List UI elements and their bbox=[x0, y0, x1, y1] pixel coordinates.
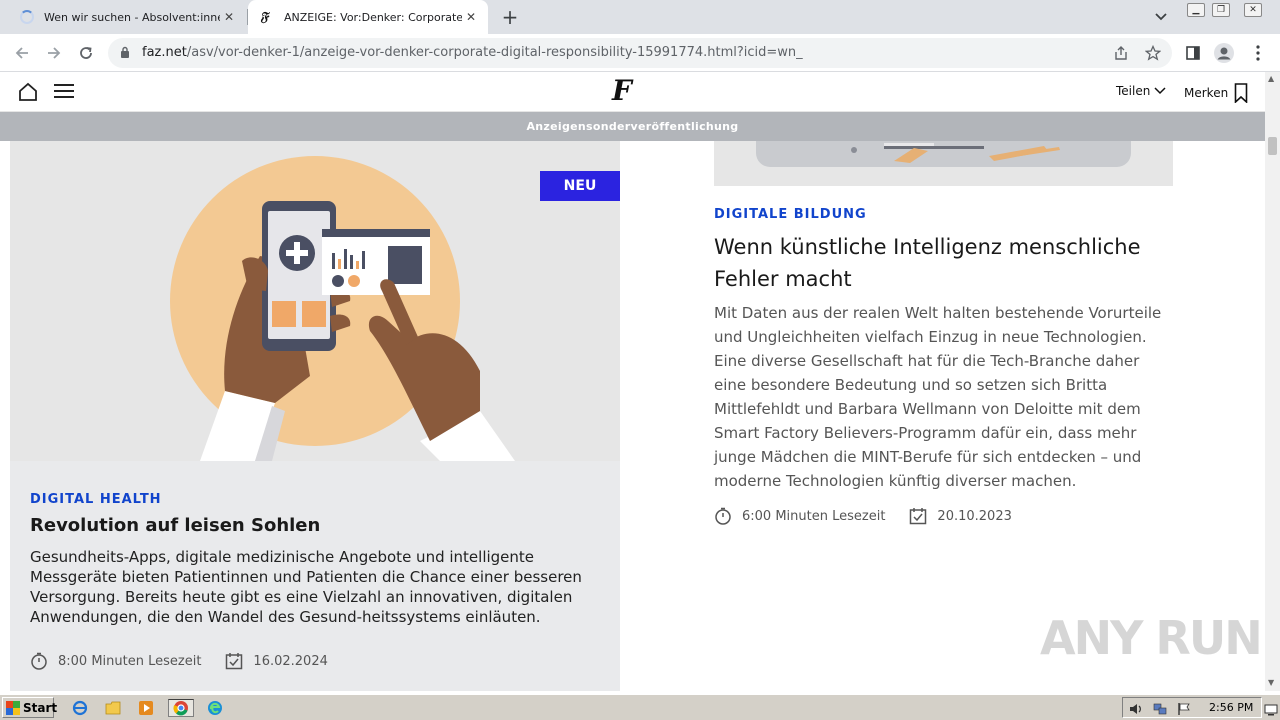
share-page-icon[interactable] bbox=[1112, 44, 1130, 62]
url-path: /asv/vor-denker-1/anzeige-vor-denker-cor… bbox=[186, 45, 803, 60]
media-player-icon[interactable] bbox=[136, 699, 156, 717]
calendar-check-icon bbox=[909, 507, 927, 525]
scroll-up-arrow-icon[interactable]: ▲ bbox=[1268, 74, 1274, 83]
close-tab-icon[interactable]: ✕ bbox=[462, 8, 480, 26]
tab-search-chevron-icon[interactable] bbox=[1150, 6, 1172, 28]
article-grid: NEU DIGITAL HEALTH Revolution auf leisen… bbox=[0, 141, 1265, 691]
home-icon[interactable] bbox=[18, 82, 38, 102]
url-host: faz.net bbox=[142, 45, 187, 60]
tab-label: ANZEIGE: Vor:Denker: Corporate Di bbox=[284, 10, 462, 24]
reload-icon[interactable] bbox=[74, 41, 98, 65]
loading-spinner-icon bbox=[20, 10, 34, 24]
page-scrollbar[interactable]: ▲ ▼ bbox=[1265, 72, 1280, 691]
side-panel-icon[interactable] bbox=[1183, 43, 1203, 63]
article-meta: 6:00 Minuten Lesezeit 20.10.2023 bbox=[714, 507, 1012, 525]
start-button[interactable]: Start bbox=[2, 697, 58, 718]
browser-tab-strip: Wen wir suchen - Absolvent:innen | ✕ 𝔉 A… bbox=[0, 0, 1280, 34]
health-app-illustration bbox=[10, 141, 620, 461]
url-text: faz.net/asv/vor-denker-1/anzeige-vor-den… bbox=[142, 45, 803, 60]
article-category[interactable]: DIGITALE BILDUNG bbox=[714, 207, 867, 222]
start-label: Start bbox=[23, 700, 58, 715]
scrollbar-thumb[interactable] bbox=[1268, 137, 1277, 155]
show-desktop-icon[interactable] bbox=[1264, 701, 1278, 716]
tab-faz-anzeige[interactable]: 𝔉 ANZEIGE: Vor:Denker: Corporate Di ✕ bbox=[248, 0, 488, 34]
edge-browser-icon[interactable] bbox=[205, 699, 225, 717]
digital-education-illustration bbox=[714, 141, 1173, 186]
article-card[interactable]: NEU DIGITAL HEALTH Revolution auf leisen… bbox=[10, 141, 620, 691]
windows-taskbar: Start 2:56 PM bbox=[0, 694, 1280, 720]
minimize-window-icon[interactable]: ▁ bbox=[1187, 3, 1205, 17]
reading-time: 6:00 Minuten Lesezeit bbox=[742, 508, 886, 524]
article-title[interactable]: Wenn künstliche Intelligenz menschliche … bbox=[714, 231, 1164, 295]
browser-menu-icon[interactable] bbox=[1248, 43, 1268, 63]
volume-icon[interactable] bbox=[1129, 701, 1143, 715]
tab-label: Wen wir suchen - Absolvent:innen | bbox=[44, 10, 220, 24]
bookmark-star-icon[interactable] bbox=[1144, 44, 1162, 62]
publish-date: 16.02.2024 bbox=[253, 653, 328, 669]
reading-time: 8:00 Minuten Lesezeit bbox=[58, 653, 202, 669]
screen: Wen wir suchen - Absolvent:innen | ✕ 𝔉 A… bbox=[0, 0, 1280, 720]
profile-avatar-icon[interactable] bbox=[1214, 43, 1234, 63]
browser-toolbar: faz.net/asv/vor-denker-1/anzeige-vor-den… bbox=[0, 34, 1280, 72]
chrome-taskbar-icon[interactable] bbox=[168, 699, 194, 717]
article-meta: 8:00 Minuten Lesezeit 16.02.2024 bbox=[30, 652, 328, 670]
scroll-down-arrow-icon[interactable]: ▼ bbox=[1268, 678, 1274, 687]
ad-disclosure-banner: Anzeigensonderveröffentlichung bbox=[0, 112, 1265, 141]
network-icon[interactable] bbox=[1153, 701, 1167, 715]
close-tab-icon[interactable]: ✕ bbox=[220, 8, 238, 26]
back-arrow-icon[interactable] bbox=[10, 41, 34, 65]
taskbar-clock[interactable]: 2:56 PM bbox=[1209, 701, 1253, 714]
file-explorer-icon[interactable] bbox=[103, 699, 123, 717]
faz-logo[interactable]: F bbox=[612, 74, 632, 107]
article-teaser: Gesundheits-Apps, digitale medizinische … bbox=[30, 548, 582, 626]
site-header: F Teilen Merken bbox=[0, 72, 1265, 112]
stopwatch-icon bbox=[30, 652, 48, 670]
hamburger-menu-icon[interactable] bbox=[54, 84, 74, 100]
share-button[interactable]: Teilen bbox=[1116, 84, 1166, 98]
publish-date: 20.10.2023 bbox=[937, 508, 1012, 524]
windows-logo-icon bbox=[6, 700, 20, 715]
merken-button[interactable]: Merken bbox=[1184, 83, 1248, 103]
article-category[interactable]: DIGITAL HEALTH bbox=[30, 492, 162, 507]
address-bar[interactable]: faz.net/asv/vor-denker-1/anzeige-vor-den… bbox=[108, 38, 1172, 68]
internet-explorer-icon[interactable] bbox=[70, 699, 90, 717]
merken-label: Merken bbox=[1184, 86, 1229, 100]
article-title[interactable]: Revolution auf leisen Sohlen bbox=[30, 515, 320, 536]
article-teaser: Mit Daten aus der realen Welt halten bes… bbox=[714, 304, 1162, 490]
action-center-flag-icon[interactable] bbox=[1177, 701, 1191, 715]
forward-arrow-icon[interactable] bbox=[42, 41, 66, 65]
bookmark-icon bbox=[1234, 83, 1248, 103]
faz-favicon-icon: 𝔉 bbox=[260, 9, 269, 25]
calendar-check-icon bbox=[225, 652, 243, 670]
share-label: Teilen bbox=[1116, 84, 1151, 98]
anyrun-watermark: ANY RUN bbox=[1040, 611, 1263, 665]
new-tab-button[interactable]: + bbox=[498, 5, 522, 29]
chevron-down-icon bbox=[1154, 87, 1166, 95]
close-window-icon[interactable]: ✕ bbox=[1244, 3, 1262, 17]
tab-absolventen[interactable]: Wen wir suchen - Absolvent:innen | ✕ bbox=[8, 0, 246, 34]
stopwatch-icon bbox=[714, 507, 732, 525]
new-badge: NEU bbox=[540, 171, 620, 201]
system-tray: 2:56 PM bbox=[1122, 697, 1262, 718]
restore-window-icon[interactable]: ❐ bbox=[1212, 3, 1230, 17]
lock-icon[interactable] bbox=[120, 46, 130, 59]
